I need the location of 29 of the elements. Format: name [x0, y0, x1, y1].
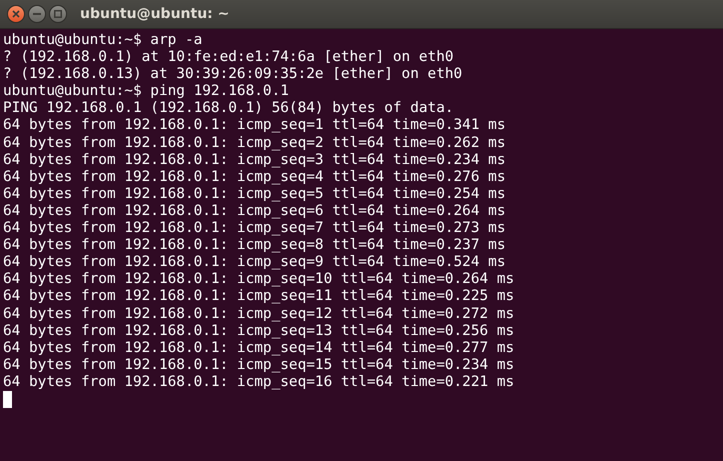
terminal-line: 64 bytes from 192.168.0.1: icmp_seq=6 ttl=64 time=0.264 ms	[3, 202, 506, 220]
terminal-line: ? (192.168.0.1) at 10:fe:ed:e1:74:6a [ether] on eth0	[3, 49, 454, 66]
terminal-line: 64 bytes from 192.168.0.1: icmp_seq=16 ttl=64 time=0.221 ms	[3, 374, 514, 391]
minimize-icon	[33, 13, 41, 15]
terminal-line: 64 bytes from 192.168.0.1: icmp_seq=15 ttl=64 time=0.234 ms	[3, 356, 514, 374]
close-icon	[12, 10, 20, 18]
maximize-icon	[54, 10, 62, 18]
terminal-line: 64 bytes from 192.168.0.1: icmp_seq=12 ttl=64 time=0.272 ms	[3, 306, 514, 323]
terminal-line: ubuntu@ubuntu:~$ ping 192.168.0.1	[3, 83, 289, 100]
terminal-line: 64 bytes from 192.168.0.1: icmp_seq=3 ttl=64 time=0.234 ms	[3, 152, 506, 169]
terminal-line: ubuntu@ubuntu:~$ arp -a	[3, 32, 202, 50]
terminal-line: 64 bytes from 192.168.0.1: icmp_seq=14 ttl=64 time=0.277 ms	[3, 340, 514, 357]
terminal-line: 64 bytes from 192.168.0.1: icmp_seq=5 ttl=64 time=0.254 ms	[3, 186, 506, 203]
terminal-line: 64 bytes from 192.168.0.1: icmp_seq=1 ttl=64 time=0.341 ms	[3, 117, 506, 135]
maximize-button[interactable]	[49, 5, 67, 23]
terminal-line: 64 bytes from 192.168.0.1: icmp_seq=9 ttl=64 time=0.524 ms	[3, 254, 506, 272]
window-title: ubuntu@ubuntu: ~	[80, 4, 230, 24]
terminal-line: 64 bytes from 192.168.0.1: icmp_seq=10 ttl=64 time=0.264 ms	[3, 271, 514, 288]
terminal-line: 64 bytes from 192.168.0.1: icmp_seq=7 ttl=64 time=0.273 ms	[3, 220, 506, 238]
terminal-cursor	[3, 390, 12, 408]
terminal-line: 64 bytes from 192.168.0.1: icmp_seq=13 ttl=64 time=0.256 ms	[3, 322, 514, 340]
terminal-line: 64 bytes from 192.168.0.1: icmp_seq=11 ttl=64 time=0.225 ms	[3, 288, 514, 306]
terminal-line: 64 bytes from 192.168.0.1: icmp_seq=4 ttl=64 time=0.276 ms	[3, 168, 506, 186]
terminal-line: 64 bytes from 192.168.0.1: icmp_seq=2 ttl=64 time=0.262 ms	[3, 134, 506, 152]
close-button[interactable]	[7, 5, 25, 23]
terminal-line: PING 192.168.0.1 (192.168.0.1) 56(84) bytes of data.	[3, 100, 454, 118]
terminal-line: ? (192.168.0.13) at 30:39:26:09:35:2e [ether] on eth0	[3, 66, 462, 84]
terminal-line: 64 bytes from 192.168.0.1: icmp_seq=8 ttl=64 time=0.237 ms	[3, 237, 506, 254]
minimize-button[interactable]	[28, 5, 46, 23]
